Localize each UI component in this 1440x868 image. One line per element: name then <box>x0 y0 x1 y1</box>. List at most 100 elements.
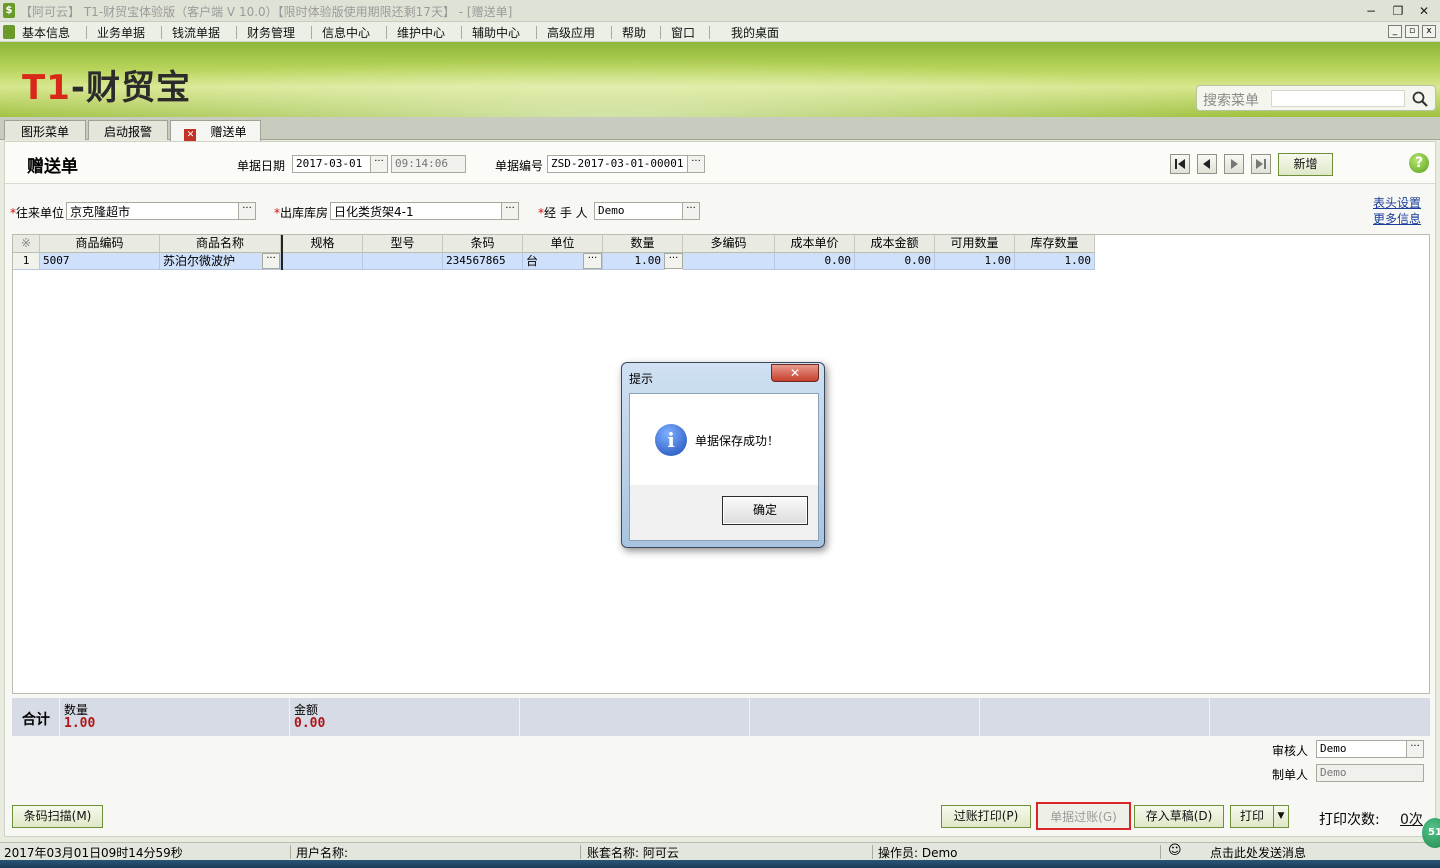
col-header-model[interactable]: 型号 <box>363 235 443 253</box>
menu-assist[interactable]: 辅助中心 <box>472 24 520 41</box>
menu-help[interactable]: 帮助 <box>622 24 646 41</box>
tab-graphic-menu[interactable]: 图形菜单 <box>4 120 86 140</box>
partner-field[interactable]: 京克隆超市 <box>66 202 240 220</box>
tab-close-icon[interactable]: ✕ <box>184 129 197 141</box>
menu-maintenance[interactable]: 维护中心 <box>397 24 445 41</box>
restore-button[interactable]: ❐ <box>1389 3 1407 19</box>
auditor-field[interactable]: Demo <box>1316 740 1408 758</box>
tab-gift-order[interactable]: ✕ 赠送单 <box>170 120 261 141</box>
dialog-close-button[interactable]: ✕ <box>771 364 819 382</box>
name-picker-button[interactable]: ··· <box>262 253 280 269</box>
handler-picker-button[interactable]: ··· <box>682 202 700 220</box>
info-icon: i <box>655 424 687 456</box>
menu-info-center[interactable]: 信息中心 <box>322 24 370 41</box>
post-document-button[interactable]: 单据过账(G) <box>1036 802 1131 830</box>
search-input[interactable] <box>1271 90 1405 107</box>
prev-record-button[interactable] <box>1197 154 1217 174</box>
app-icon: $ <box>3 3 15 18</box>
grid-corner: ※ <box>13 235 40 253</box>
cell-model[interactable] <box>363 253 443 270</box>
date-label: 单据日期 <box>237 159 286 173</box>
cell-qty[interactable]: 1.00 <box>603 253 665 270</box>
print-count-value[interactable]: 0次 <box>1400 809 1423 829</box>
unit-picker-button[interactable]: ··· <box>583 253 602 269</box>
col-header-available[interactable]: 可用数量 <box>935 235 1015 253</box>
cell-spec[interactable] <box>283 253 363 270</box>
doc-number-picker-button[interactable]: ··· <box>687 155 705 173</box>
cell-cost-price[interactable]: 0.00 <box>775 253 855 270</box>
cell-cost-amount[interactable]: 0.00 <box>855 253 935 270</box>
logo-t1: T1 <box>22 68 71 108</box>
warehouse-label: *出库库房 <box>274 204 328 221</box>
dialog-ok-button[interactable]: 确定 <box>722 496 808 525</box>
help-icon[interactable]: ? <box>1409 153 1429 173</box>
menu-advanced[interactable]: 高级应用 <box>547 24 595 41</box>
col-header-cost-price[interactable]: 成本单价 <box>775 235 855 253</box>
tab-label: 图形菜单 <box>20 125 69 139</box>
print-dropdown-button[interactable]: ▼ <box>1273 805 1289 828</box>
warehouse-field[interactable]: 日化类货架4-1 <box>330 202 503 220</box>
post-print-button[interactable]: 过账打印(P) <box>941 805 1031 828</box>
menu-separator <box>86 26 87 39</box>
status-separator <box>872 845 873 859</box>
search-icon[interactable] <box>1411 90 1429 108</box>
col-header-barcode[interactable]: 条码 <box>443 235 523 253</box>
cell-available[interactable]: 1.00 <box>935 253 1015 270</box>
partner-label-text: 往来单位 <box>16 206 65 220</box>
tab-startup-alert[interactable]: 启动报警 <box>88 120 168 140</box>
next-record-button[interactable] <box>1224 154 1244 174</box>
mdi-minimize-button[interactable]: _ <box>1388 25 1402 38</box>
auditor-picker-button[interactable]: ··· <box>1406 740 1424 758</box>
menu-app-icon <box>3 25 15 39</box>
row-number: 1 <box>13 253 40 270</box>
doc-number-field[interactable]: ZSD-2017-03-01-00001 <box>547 155 689 173</box>
col-header-qty[interactable]: 数量 <box>603 235 683 253</box>
menu-finance[interactable]: 财务管理 <box>247 24 295 41</box>
menu-window[interactable]: 窗口 <box>671 24 695 41</box>
menu-separator <box>161 26 162 39</box>
col-header-code[interactable]: 商品编码 <box>40 235 160 253</box>
status-date: 2017年03月01日 <box>4 846 102 860</box>
menu-basic-info[interactable]: 基本信息 <box>22 24 70 41</box>
first-record-button[interactable] <box>1170 154 1190 174</box>
col-header-stock[interactable]: 库存数量 <box>1015 235 1095 253</box>
menu-business-docs[interactable]: 业务单据 <box>97 24 145 41</box>
mdi-restore-button[interactable]: ▫ <box>1405 25 1419 38</box>
tab-label: 赠送单 <box>210 125 247 139</box>
doc-number-label: 单据编号 <box>495 159 544 173</box>
menu-bar: 基本信息 业务单据 钱流单据 财务管理 信息中心 维护中心 辅助中心 高级应用 … <box>0 22 1440 42</box>
mdi-close-button[interactable]: x <box>1422 25 1436 38</box>
col-header-name[interactable]: 商品名称 <box>160 235 281 253</box>
cell-barcode[interactable]: 234567865 <box>443 253 523 270</box>
save-draft-button[interactable]: 存入草稿(D) <box>1134 805 1224 828</box>
cell-code[interactable]: 5007 <box>40 253 160 270</box>
cell-multicode[interactable] <box>683 253 775 270</box>
more-info-link[interactable]: 更多信息 <box>1373 210 1421 227</box>
col-header-spec[interactable]: 规格 <box>283 235 363 253</box>
new-button[interactable]: 新增 <box>1278 153 1333 176</box>
partner-picker-button[interactable]: ··· <box>238 202 256 220</box>
last-record-button[interactable] <box>1251 154 1271 174</box>
totals-qty-value: 1.00 <box>64 716 96 731</box>
qty-picker-button[interactable]: ··· <box>664 253 683 269</box>
barcode-scan-button[interactable]: 条码扫描(M) <box>12 805 103 828</box>
cell-stock[interactable]: 1.00 <box>1015 253 1095 270</box>
date-picker-button[interactable]: ··· <box>370 155 388 173</box>
date-field[interactable]: 2017-03-01 <box>292 155 372 173</box>
minimize-button[interactable]: − <box>1362 3 1380 19</box>
warehouse-picker-button[interactable]: ··· <box>501 202 519 220</box>
menu-my-desktop[interactable]: 我的桌面 <box>731 24 779 41</box>
handler-field[interactable]: Demo <box>594 202 684 220</box>
col-header-multicode[interactable]: 多编码 <box>683 235 775 253</box>
send-message-link[interactable]: 点击此处发送消息 <box>1210 844 1306 861</box>
close-button[interactable]: ✕ <box>1415 3 1433 19</box>
print-button[interactable]: 打印 <box>1230 805 1274 828</box>
menu-money-docs[interactable]: 钱流单据 <box>172 24 220 41</box>
col-header-cost-amount[interactable]: 成本金额 <box>855 235 935 253</box>
status-separator <box>290 845 291 859</box>
col-header-unit[interactable]: 单位 <box>523 235 603 253</box>
tab-label: 启动报警 <box>103 125 152 139</box>
menu-separator <box>236 26 237 39</box>
totals-qty-cell: 数量 1.00 <box>60 698 290 736</box>
header-settings-link[interactable]: 表头设置 <box>1373 194 1421 211</box>
